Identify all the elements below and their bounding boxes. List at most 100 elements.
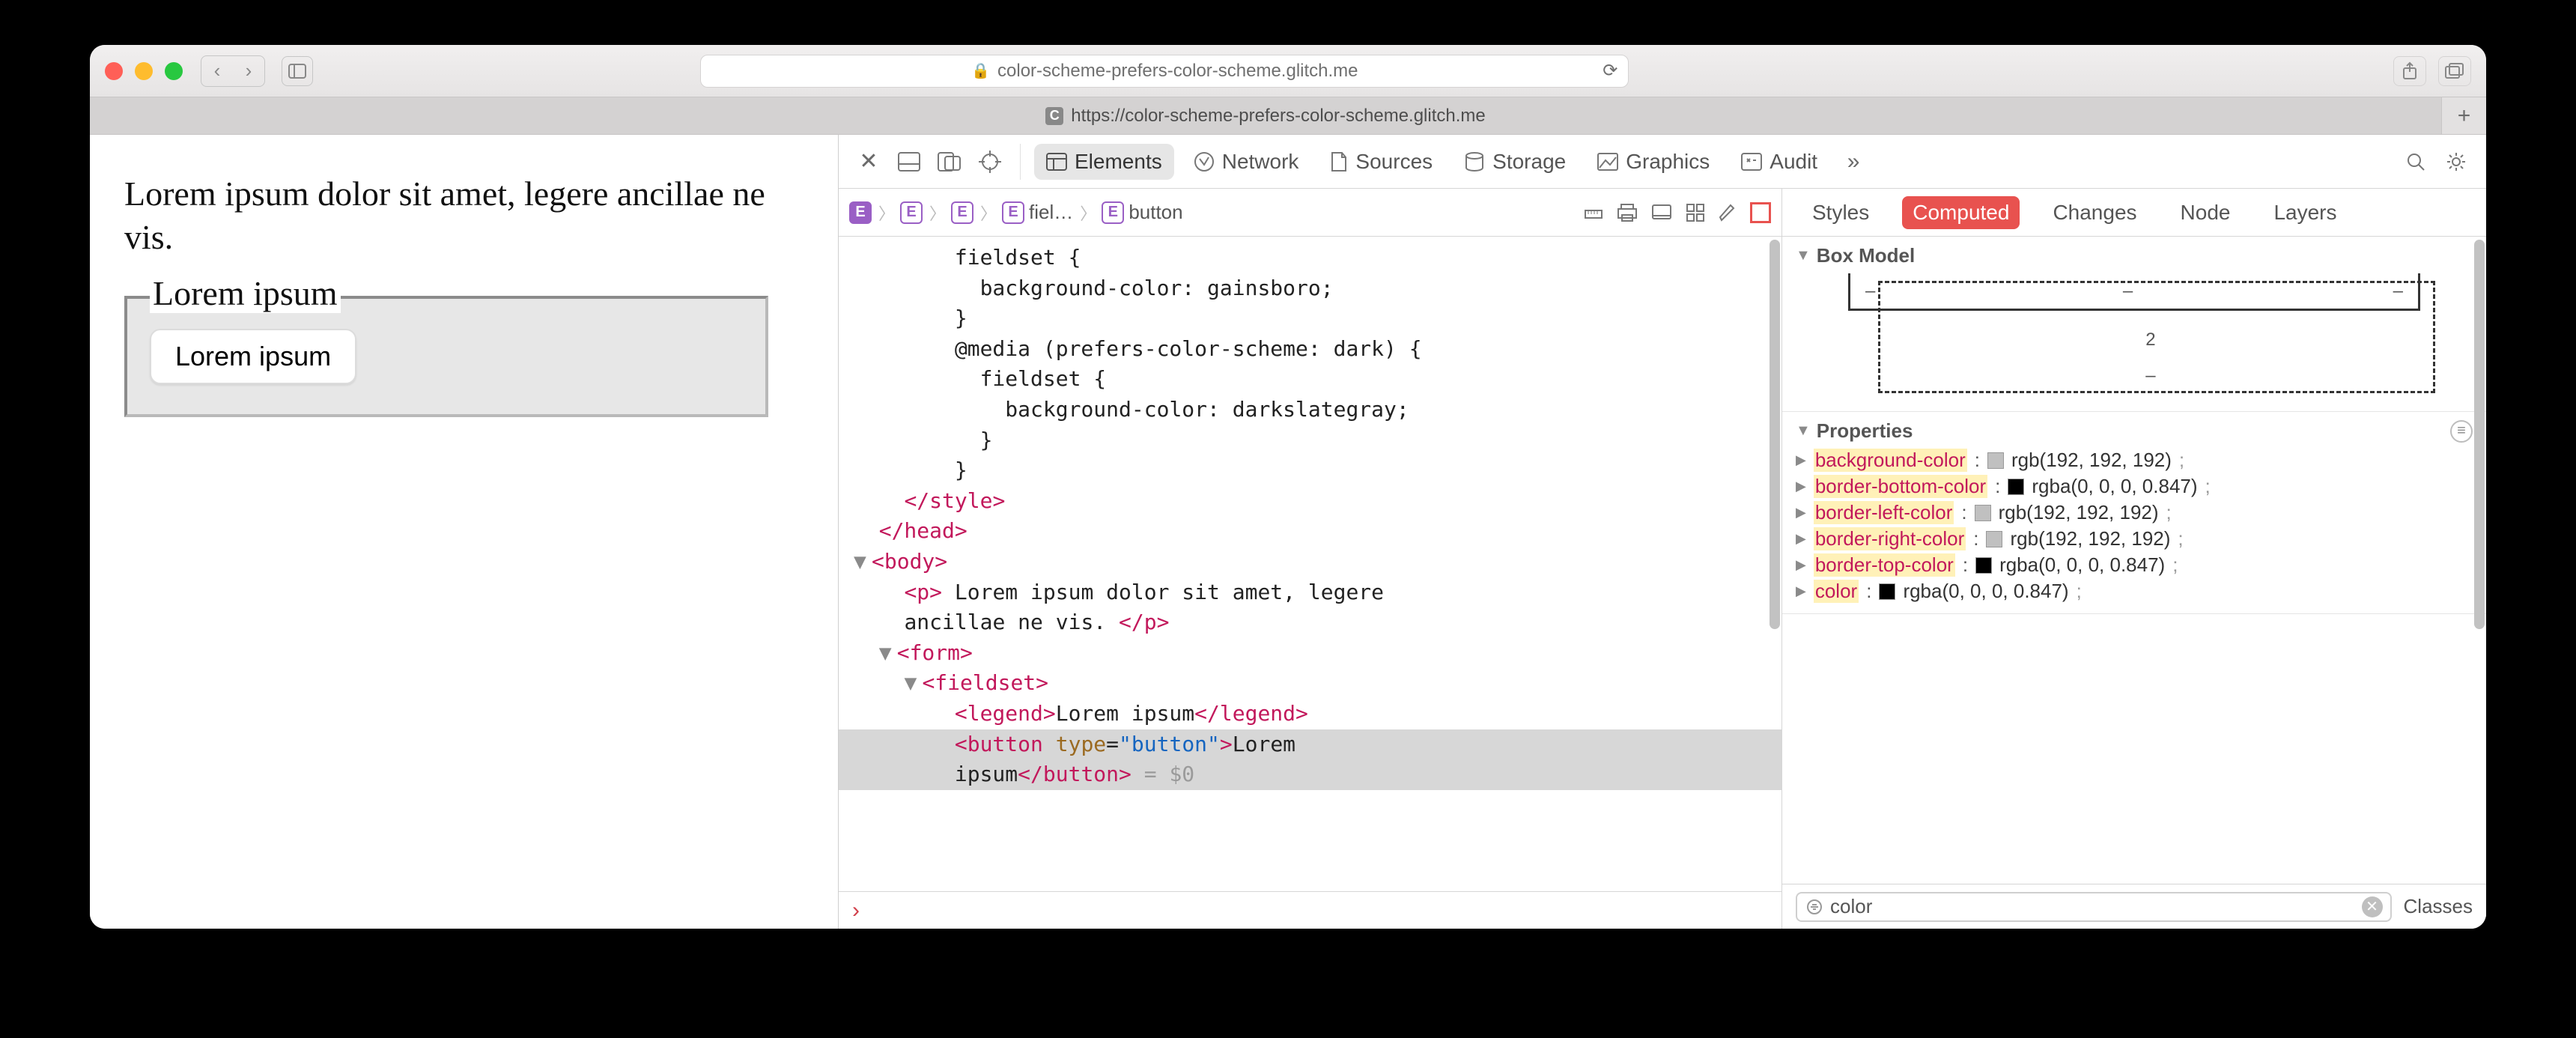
filter-value: color xyxy=(1830,895,1872,918)
crumb-4[interactable]: Ebutton xyxy=(1102,201,1182,224)
devtools-toolbar: ✕ Elements Network xyxy=(839,135,2486,189)
tab-graphics[interactable]: Graphics xyxy=(1585,144,1722,180)
tab-url-label: https://color-scheme-prefers-color-schem… xyxy=(1071,106,1486,127)
sources-icon xyxy=(1330,151,1348,172)
overflow-button[interactable]: » xyxy=(1837,145,1870,178)
dom-line[interactable]: <p> Lorem ipsum dolor sit amet, legere xyxy=(839,577,1781,608)
browser-tab[interactable]: C https://color-scheme-prefers-color-sch… xyxy=(90,97,2441,134)
side-tab-layers[interactable]: Layers xyxy=(2263,196,2347,229)
tab-sources-label: Sources xyxy=(1355,150,1433,174)
box-model-section: ▼Box Model – – – 2 – xyxy=(1782,237,2486,412)
forward-button[interactable]: › xyxy=(233,56,264,86)
search-button[interactable] xyxy=(2399,145,2432,178)
share-button[interactable] xyxy=(2393,56,2426,86)
console-prompt[interactable]: › xyxy=(839,891,1781,929)
property-name: color xyxy=(1814,580,1859,603)
tab-sources[interactable]: Sources xyxy=(1318,144,1445,180)
grid-icon[interactable] xyxy=(1686,203,1705,222)
tab-elements[interactable]: Elements xyxy=(1034,144,1174,180)
paint-icon[interactable] xyxy=(1719,202,1737,223)
maximize-window-button[interactable] xyxy=(165,62,183,80)
dom-line[interactable]: ancillae ne vis. </p> xyxy=(839,607,1781,638)
dock-side-icon[interactable] xyxy=(933,145,966,178)
property-value: rgb(192, 192, 192) xyxy=(2010,527,2170,550)
minimize-window-button[interactable] xyxy=(135,62,153,80)
dom-line[interactable]: ▼<fieldset> xyxy=(839,668,1781,699)
dom-line[interactable]: ▼<body> xyxy=(839,547,1781,577)
dom-line[interactable]: @media (prefers-color-scheme: dark) { xyxy=(839,334,1781,365)
dom-line[interactable]: ▼<form> xyxy=(839,638,1781,669)
compositing-icon[interactable] xyxy=(1750,202,1771,223)
url-bar[interactable]: 🔒 color-scheme-prefers-color-scheme.glit… xyxy=(700,55,1629,88)
page-button[interactable]: Lorem ipsum xyxy=(150,329,356,384)
property-row[interactable]: ▶color: rgba(0, 0, 0, 0.847); xyxy=(1796,580,2473,603)
close-window-button[interactable] xyxy=(105,62,123,80)
new-tab-button[interactable]: + xyxy=(2441,97,2486,134)
property-value: rgb(192, 192, 192) xyxy=(2011,449,2172,472)
property-name: border-left-color xyxy=(1814,501,1954,524)
crumb-2[interactable]: E〉 xyxy=(951,201,999,225)
side-tab-changes[interactable]: Changes xyxy=(2042,196,2147,229)
dom-line[interactable]: fieldset { xyxy=(839,243,1781,273)
device-icon[interactable] xyxy=(1651,204,1672,222)
color-swatch xyxy=(1987,452,2004,469)
dom-line[interactable]: <legend>Lorem ipsum</legend> xyxy=(839,699,1781,729)
dom-line[interactable]: } xyxy=(839,455,1781,486)
close-devtools-button[interactable]: ✕ xyxy=(852,145,885,178)
traffic-lights xyxy=(105,62,183,80)
styles-sidebar: Styles Computed Changes Node Layers ▼Box… xyxy=(1782,189,2486,929)
properties-menu-button[interactable]: ≡ xyxy=(2450,420,2473,443)
property-row[interactable]: ▶border-top-color: rgba(0, 0, 0, 0.847); xyxy=(1796,553,2473,577)
tab-storage[interactable]: Storage xyxy=(1452,144,1578,180)
dom-line[interactable]: fieldset { xyxy=(839,364,1781,395)
target-icon[interactable] xyxy=(973,145,1006,178)
dom-line[interactable]: </style> xyxy=(839,486,1781,517)
properties-section: ▼Properties≡ ▶background-color: rgb(192,… xyxy=(1782,412,2486,614)
classes-button[interactable]: Classes xyxy=(2404,895,2473,918)
browser-window: ‹ › 🔒 color-scheme-prefers-color-scheme.… xyxy=(90,45,2486,929)
tab-audit[interactable]: Audit xyxy=(1729,144,1829,180)
tab-audit-label: Audit xyxy=(1770,150,1817,174)
dom-scrollbar[interactable] xyxy=(1767,237,1781,891)
sidebar-scroll[interactable]: ▼Box Model – – – 2 – xyxy=(1782,237,2486,884)
tabs-button[interactable] xyxy=(2438,56,2471,86)
property-value: rgba(0, 0, 0, 0.847) xyxy=(1903,580,2068,603)
dom-line[interactable]: } xyxy=(839,425,1781,456)
side-tab-styles[interactable]: Styles xyxy=(1802,196,1880,229)
property-row[interactable]: ▶border-bottom-color: rgba(0, 0, 0, 0.84… xyxy=(1796,475,2473,498)
console-caret-icon: › xyxy=(852,898,860,923)
side-tab-computed[interactable]: Computed xyxy=(1902,196,2020,229)
tab-storage-label: Storage xyxy=(1492,150,1566,174)
tab-network[interactable]: Network xyxy=(1182,144,1311,180)
dom-line[interactable]: background-color: darkslategray; xyxy=(839,395,1781,425)
back-button[interactable]: ‹ xyxy=(201,56,233,86)
tabs-icon xyxy=(2445,63,2464,79)
dom-line[interactable]: </head> xyxy=(839,516,1781,547)
crumb-1[interactable]: E〉 xyxy=(900,201,948,225)
print-icon[interactable] xyxy=(1617,203,1638,222)
crumb-0[interactable]: E〉 xyxy=(849,201,897,225)
filter-input[interactable]: color ✕ xyxy=(1796,892,2392,922)
property-row[interactable]: ▶border-right-color: rgb(192, 192, 192); xyxy=(1796,527,2473,550)
dom-line[interactable]: } xyxy=(839,303,1781,334)
settings-button[interactable] xyxy=(2440,145,2473,178)
dom-line[interactable]: <button type="button">Lorem xyxy=(839,729,1781,760)
side-tab-node[interactable]: Node xyxy=(2170,196,2241,229)
network-icon xyxy=(1194,151,1215,172)
devtools-body: E〉 E〉 E〉 Efiel…〉 Ebutton xyxy=(839,189,2486,929)
color-swatch xyxy=(2008,479,2024,495)
crumb-3[interactable]: Efiel…〉 xyxy=(1002,201,1099,225)
dom-line[interactable]: ipsum</button> = $0 xyxy=(839,759,1781,790)
rulers-icon[interactable] xyxy=(1584,203,1603,222)
filter-row: color ✕ Classes xyxy=(1782,884,2486,929)
property-row[interactable]: ▶background-color: rgb(192, 192, 192); xyxy=(1796,449,2473,472)
reload-button[interactable]: ⟳ xyxy=(1603,60,1617,82)
titlebar-right xyxy=(2393,56,2471,86)
search-icon xyxy=(2406,152,2425,172)
dom-line[interactable]: background-color: gainsboro; xyxy=(839,273,1781,304)
show-sidebar-button[interactable] xyxy=(282,56,313,86)
dock-bottom-icon[interactable] xyxy=(893,145,926,178)
dom-tree[interactable]: fieldset { background-color: gainsboro; … xyxy=(839,237,1781,891)
filter-clear-button[interactable]: ✕ xyxy=(2362,896,2383,917)
property-row[interactable]: ▶border-left-color: rgb(192, 192, 192); xyxy=(1796,501,2473,524)
